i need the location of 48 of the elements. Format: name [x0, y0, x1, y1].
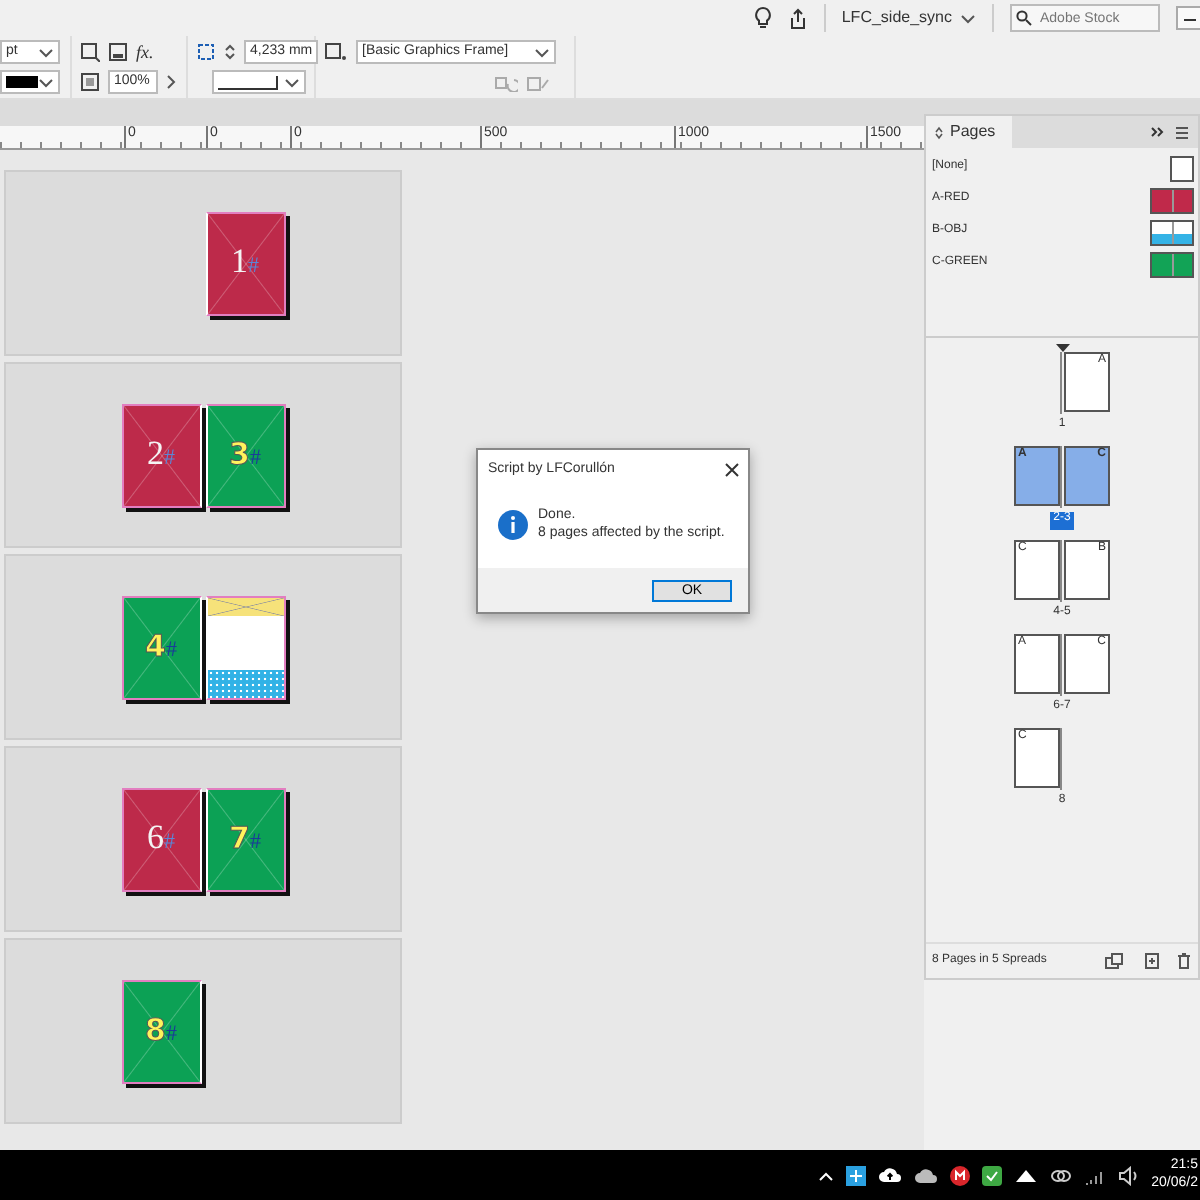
- add-app-icon[interactable]: [845, 1165, 866, 1185]
- master-thumbnail[interactable]: [1150, 187, 1194, 213]
- minimize-icon: [1181, 18, 1197, 23]
- minimize-button[interactable]: [1176, 6, 1200, 30]
- caret-icon[interactable]: [960, 11, 976, 25]
- workspace-label[interactable]: LFC_side_sync: [841, 8, 952, 28]
- stroke-style-dropdown[interactable]: [212, 70, 306, 94]
- pages-tab[interactable]: Pages: [926, 116, 1012, 148]
- page-number: 3#: [229, 436, 261, 474]
- close-button[interactable]: [724, 462, 740, 478]
- panel-menu-icon[interactable]: [1174, 125, 1190, 139]
- master-thumbnail[interactable]: [1170, 155, 1194, 181]
- check-app-icon[interactable]: [981, 1165, 1002, 1185]
- master-thumbnail[interactable]: [1150, 251, 1194, 277]
- page-number: 1#: [231, 242, 259, 284]
- page-number: 8#: [145, 1012, 177, 1050]
- page-number: 2#: [147, 434, 175, 476]
- page-number: 7#: [229, 820, 261, 858]
- speaker-icon[interactable]: [1117, 1165, 1140, 1185]
- trash-icon[interactable]: [1176, 952, 1192, 970]
- share-icon[interactable]: [787, 7, 808, 29]
- edit-page-size-icon[interactable]: [1104, 952, 1128, 970]
- object-style-icon: [324, 42, 348, 62]
- caret-icon[interactable]: [534, 45, 550, 59]
- m-app-icon[interactable]: [949, 1165, 970, 1185]
- new-page-icon[interactable]: [1144, 952, 1160, 970]
- effects-button[interactable]: fx.: [136, 41, 154, 63]
- cloud-icon[interactable]: [913, 1167, 938, 1183]
- caret-icon[interactable]: [284, 75, 300, 89]
- stroke-color-dropdown[interactable]: [0, 70, 60, 94]
- expand-panel-icon[interactable]: [1150, 126, 1166, 138]
- page-number: 4#: [145, 628, 177, 666]
- frame-fit-icon[interactable]: [80, 42, 100, 62]
- master-thumbnail[interactable]: [1150, 219, 1194, 245]
- spinner-icon[interactable]: [224, 42, 236, 62]
- info-icon: [498, 510, 528, 540]
- close-icon: [724, 462, 740, 478]
- lightbulb-icon[interactable]: [753, 6, 772, 30]
- link-icon[interactable]: [1049, 1167, 1072, 1183]
- page-number: 6#: [147, 818, 175, 860]
- chevron-right-icon[interactable]: [166, 74, 178, 90]
- collapse-icon: [934, 125, 944, 139]
- frame-fill-icon[interactable]: [108, 42, 128, 62]
- chevron-up-icon[interactable]: [817, 1169, 834, 1181]
- opacity-icon: [80, 72, 100, 92]
- cloud-upload-icon[interactable]: [877, 1166, 902, 1184]
- corner-options-icon[interactable]: [196, 42, 216, 62]
- search-icon: [1016, 10, 1034, 26]
